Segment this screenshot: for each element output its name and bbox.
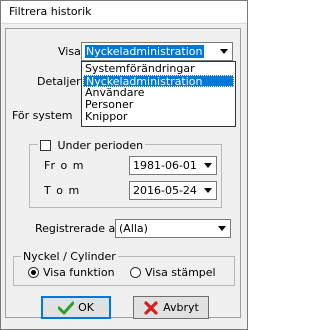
from-label: Fr o m bbox=[44, 159, 85, 172]
for-system-label: För system bbox=[12, 109, 73, 122]
checkmark-icon bbox=[58, 301, 75, 314]
under-perioden-checkbox[interactable] bbox=[40, 140, 51, 151]
cancel-button-label: Avbryt bbox=[163, 301, 199, 314]
window-title: Filtrera historik bbox=[9, 5, 92, 18]
visa-funktion-radio[interactable] bbox=[28, 267, 39, 278]
cancel-button[interactable]: Avbryt bbox=[133, 296, 209, 319]
under-perioden-label: Under perioden bbox=[57, 139, 144, 152]
close-icon bbox=[144, 300, 158, 315]
visa-dropdown-list: Systemförändringar Nyckeladministration … bbox=[81, 61, 236, 127]
from-date-value: 1981-06-01 bbox=[133, 159, 197, 172]
registrerade-av-value: (Alla) bbox=[119, 222, 148, 235]
period-legend: Under perioden bbox=[38, 138, 146, 152]
chevron-down-icon[interactable] bbox=[200, 157, 216, 174]
visa-stampel-label: Visa stämpel bbox=[145, 266, 216, 279]
to-date-picker[interactable]: 2016-05-24 bbox=[129, 181, 217, 200]
detaljer-label: Detaljer bbox=[37, 75, 81, 88]
chevron-down-icon[interactable] bbox=[216, 43, 232, 60]
registrerade-av-combobox[interactable]: (Alla) bbox=[115, 219, 231, 238]
chevron-down-icon[interactable] bbox=[214, 220, 230, 237]
visa-funktion-label: Visa funktion bbox=[43, 266, 115, 279]
registrerade-av-label: Registrerade av bbox=[35, 222, 122, 235]
visa-selected-value: Nyckeladministration bbox=[85, 45, 204, 58]
visa-combobox[interactable]: Nyckeladministration bbox=[81, 42, 233, 61]
to-date-value: 2016-05-24 bbox=[133, 184, 197, 197]
title-bar: Filtrera historik bbox=[1, 1, 247, 24]
visa-option-systemforandringar[interactable]: Systemförändringar bbox=[83, 63, 234, 75]
visa-label: Visa bbox=[58, 45, 81, 58]
chevron-down-icon[interactable] bbox=[200, 182, 216, 199]
filter-history-dialog: Filtrera historik Visa Nyckeladministrat… bbox=[0, 0, 248, 330]
to-label: T o m bbox=[44, 184, 81, 197]
ok-button[interactable]: OK bbox=[41, 296, 111, 319]
nyckel-cylinder-legend: Nyckel / Cylinder bbox=[21, 250, 118, 263]
visa-stampel-radio[interactable] bbox=[130, 267, 141, 278]
visa-option-knippor[interactable]: Knippor bbox=[83, 111, 234, 123]
from-date-picker[interactable]: 1981-06-01 bbox=[129, 156, 217, 175]
ok-button-label: OK bbox=[78, 301, 94, 314]
